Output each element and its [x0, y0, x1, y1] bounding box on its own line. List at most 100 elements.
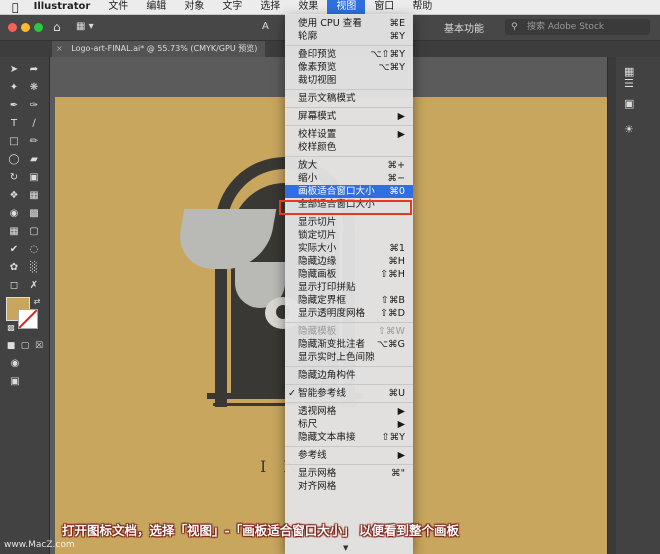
column-graph-tool-icon[interactable]: ░: [27, 261, 41, 275]
view-menu-item[interactable]: 锁定切片: [285, 229, 413, 242]
view-menu-item[interactable]: 隐藏边缘 ⌘H: [285, 255, 413, 268]
view-menu-item[interactable]: 实际大小 ⌘1: [285, 242, 413, 255]
view-menu-item[interactable]: 轮廓 ⌘Y: [285, 30, 413, 43]
view-menu-item[interactable]: 像素预览 ⌥⌘Y: [285, 61, 413, 74]
slice-tool-icon[interactable]: ✗: [27, 279, 41, 293]
eraser-tool-icon[interactable]: ▰: [27, 153, 41, 167]
libraries-panel-icon[interactable]: ▣: [624, 97, 634, 110]
view-menu-item[interactable]: 隐藏边角构件: [285, 369, 413, 382]
view-menu-item[interactable]: 显示切片: [285, 216, 413, 229]
menu-item-label: 透视网格: [298, 406, 337, 417]
view-menu-item[interactable]: 放大 ⌘+: [285, 159, 413, 172]
curvature-tool-icon[interactable]: ✑: [27, 99, 41, 113]
stock-search-input[interactable]: ⚲ 搜索 Adobe Stock: [505, 19, 650, 35]
watermark: www.MacZ.com: [4, 540, 75, 550]
menu-window[interactable]: 窗口: [365, 0, 403, 14]
scale-tool-icon[interactable]: ▣: [27, 171, 41, 185]
close-window-icon[interactable]: [8, 23, 17, 32]
view-menu-item[interactable]: 显示透明度网格 ⇧⌘D: [285, 307, 413, 320]
stroke-swatch[interactable]: [18, 309, 38, 329]
rotate-tool-icon[interactable]: ↻: [7, 171, 21, 185]
workspace-switcher[interactable]: 基本功能: [444, 20, 484, 35]
paintbrush-tool-icon[interactable]: ✏: [27, 135, 41, 149]
view-menu-item[interactable]: 校样设置 ▶: [285, 128, 413, 141]
menu-effect[interactable]: 效果: [289, 0, 327, 14]
default-fill-stroke-icon[interactable]: ▩: [4, 321, 18, 335]
view-menu-item[interactable]: 隐藏文本串接 ⇧⌘Y: [285, 431, 413, 444]
view-menu-item[interactable]: 显示实时上色间隙: [285, 351, 413, 364]
view-menu-item[interactable]: 隐藏渐变批注者 ⌥⌘G: [285, 338, 413, 351]
view-menu-item[interactable]: 隐藏画板 ⇧⌘H: [285, 268, 413, 281]
gradient-tool-icon[interactable]: ▢: [27, 225, 41, 239]
appearance-panel-icon[interactable]: ☀: [624, 123, 634, 136]
view-menu-item[interactable]: 参考线 ▶: [285, 449, 413, 462]
draw-mode-icon[interactable]: ◉: [8, 357, 22, 371]
line-tool-icon[interactable]: ∕: [27, 117, 41, 131]
type-tool-icon[interactable]: T: [7, 117, 21, 131]
arrange-documents-icon[interactable]: ▦ ▾: [76, 21, 98, 33]
menu-item-label: 隐藏定界框: [298, 295, 346, 306]
color-mode-icon[interactable]: ■: [4, 339, 18, 353]
direct-selection-tool-icon[interactable]: ➦: [27, 63, 41, 77]
view-menu-item[interactable]: 裁切视图: [285, 74, 413, 87]
menu-object[interactable]: 对象: [175, 0, 213, 14]
eyedropper-tool-icon[interactable]: ✔: [7, 243, 21, 257]
menu-illustrator[interactable]: Illustrator: [25, 0, 100, 14]
selection-tool-icon[interactable]: ➤: [7, 63, 21, 77]
view-menu-item[interactable]: 隐藏定界框 ⇧⌘B: [285, 294, 413, 307]
layers-panel-icon[interactable]: ☰: [624, 77, 634, 90]
menu-separator: [285, 322, 413, 323]
view-menu-item[interactable]: 标尺 ▶: [285, 418, 413, 431]
view-menu-item[interactable]: 显示网格 ⌘": [285, 467, 413, 480]
view-menu-item[interactable]: 显示打印拼贴: [285, 281, 413, 294]
width-tool-icon[interactable]: ❖: [7, 189, 21, 203]
menu-help[interactable]: 帮助: [403, 0, 441, 14]
lasso-tool-icon[interactable]: ❋: [27, 81, 41, 95]
menu-item-label: 标尺: [298, 419, 318, 430]
apple-icon[interactable]: : [0, 1, 25, 14]
view-menu-item[interactable]: 使用 CPU 查看 ⌘E: [285, 17, 413, 30]
view-menu-item[interactable]: 缩小 ⌘−: [285, 172, 413, 185]
menu-scroll-down-icon[interactable]: ▼: [343, 544, 348, 552]
view-menu-item[interactable]: ✓ 智能参考线 ⌘U: [285, 387, 413, 400]
swap-fill-stroke-icon[interactable]: ⇄: [30, 295, 44, 309]
menu-separator: [285, 446, 413, 447]
perspective-grid-tool-icon[interactable]: ▩: [27, 207, 41, 221]
dock-collapse-strip[interactable]: [608, 57, 616, 554]
menu-file[interactable]: 文件: [99, 0, 137, 14]
rectangle-tool-icon[interactable]: □: [7, 135, 21, 149]
menu-separator: [285, 45, 413, 46]
gradient-mode-icon[interactable]: ▢: [18, 339, 32, 353]
free-transform-tool-icon[interactable]: ▦: [27, 189, 41, 203]
shaper-tool-icon[interactable]: ◯: [7, 153, 21, 167]
shape-builder-tool-icon[interactable]: ◉: [7, 207, 21, 221]
menu-select[interactable]: 选择: [251, 0, 289, 14]
view-menu-item[interactable]: 透视网格 ▶: [285, 405, 413, 418]
none-mode-icon[interactable]: ☒: [32, 339, 46, 353]
app-mark: A: [262, 21, 269, 32]
menu-type[interactable]: 文字: [213, 0, 251, 14]
view-menu-item[interactable]: 显示文稿模式: [285, 92, 413, 105]
home-icon[interactable]: ⌂: [53, 20, 61, 34]
menu-edit[interactable]: 编辑: [137, 0, 175, 14]
view-menu-item[interactable]: 对齐网格: [285, 480, 413, 493]
menu-bar:  Illustrator 文件 编辑 对象 文字 选择 效果 视图 窗口 帮助: [0, 0, 660, 15]
minimize-window-icon[interactable]: [21, 23, 30, 32]
menu-item-label: 隐藏模板: [298, 326, 337, 337]
view-menu-item[interactable]: 校样颜色: [285, 141, 413, 154]
screen-mode-icon[interactable]: ▣: [8, 375, 22, 389]
menu-view[interactable]: 视图: [327, 0, 366, 14]
artboard-tool-icon[interactable]: ◻: [7, 279, 21, 293]
view-menu-item[interactable]: 叠印预览 ⌥⇧⌘Y: [285, 48, 413, 61]
zoom-window-icon[interactable]: [34, 23, 43, 32]
view-menu-item[interactable]: 屏幕模式 ▶: [285, 110, 413, 123]
close-tab-icon[interactable]: ×: [56, 44, 63, 53]
mesh-tool-icon[interactable]: ▦: [7, 225, 21, 239]
magic-wand-tool-icon[interactable]: ✦: [7, 81, 21, 95]
symbol-sprayer-tool-icon[interactable]: ✿: [7, 261, 21, 275]
pen-tool-icon[interactable]: ✒: [7, 99, 21, 113]
document-tab[interactable]: × Logo-art-FINAL.ai* @ 55.73% (CMYK/GPU …: [52, 41, 266, 57]
view-menu-item[interactable]: 画板适合窗口大小 ⌘0: [285, 185, 413, 198]
menu-item-label: 隐藏画板: [298, 269, 337, 280]
blend-tool-icon[interactable]: ◌: [27, 243, 41, 257]
